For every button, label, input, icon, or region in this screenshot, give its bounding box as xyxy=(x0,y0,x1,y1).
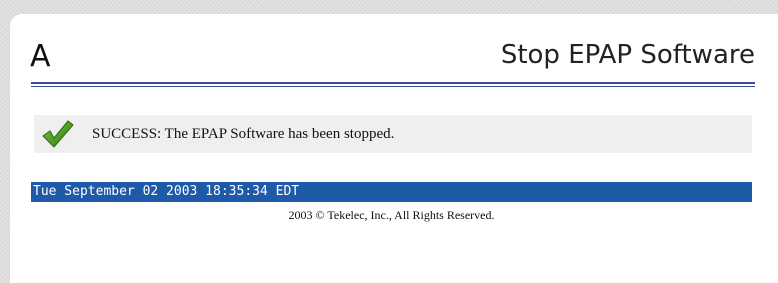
success-message-text: SUCCESS: The EPAP Software has been stop… xyxy=(92,126,395,142)
status-timestamp: Tue September 02 2003 18:35:34 EDT xyxy=(33,184,300,199)
content-panel: A Stop EPAP Software SUCCESS: The EPAP S… xyxy=(10,14,778,283)
status-bar: Tue September 02 2003 18:35:34 EDT xyxy=(31,182,752,202)
header-divider-top xyxy=(31,82,755,84)
success-message: SUCCESS: The EPAP Software has been stop… xyxy=(34,115,752,153)
logo: A xyxy=(30,39,51,74)
page-title: Stop EPAP Software xyxy=(500,40,755,70)
header-divider-bottom xyxy=(31,86,755,87)
browser-frame: A Stop EPAP Software SUCCESS: The EPAP S… xyxy=(0,0,778,283)
check-icon xyxy=(40,119,74,149)
page-header: A Stop EPAP Software xyxy=(10,14,778,92)
copyright-notice: 2003 © Tekelec, Inc., All Rights Reserve… xyxy=(288,208,495,222)
